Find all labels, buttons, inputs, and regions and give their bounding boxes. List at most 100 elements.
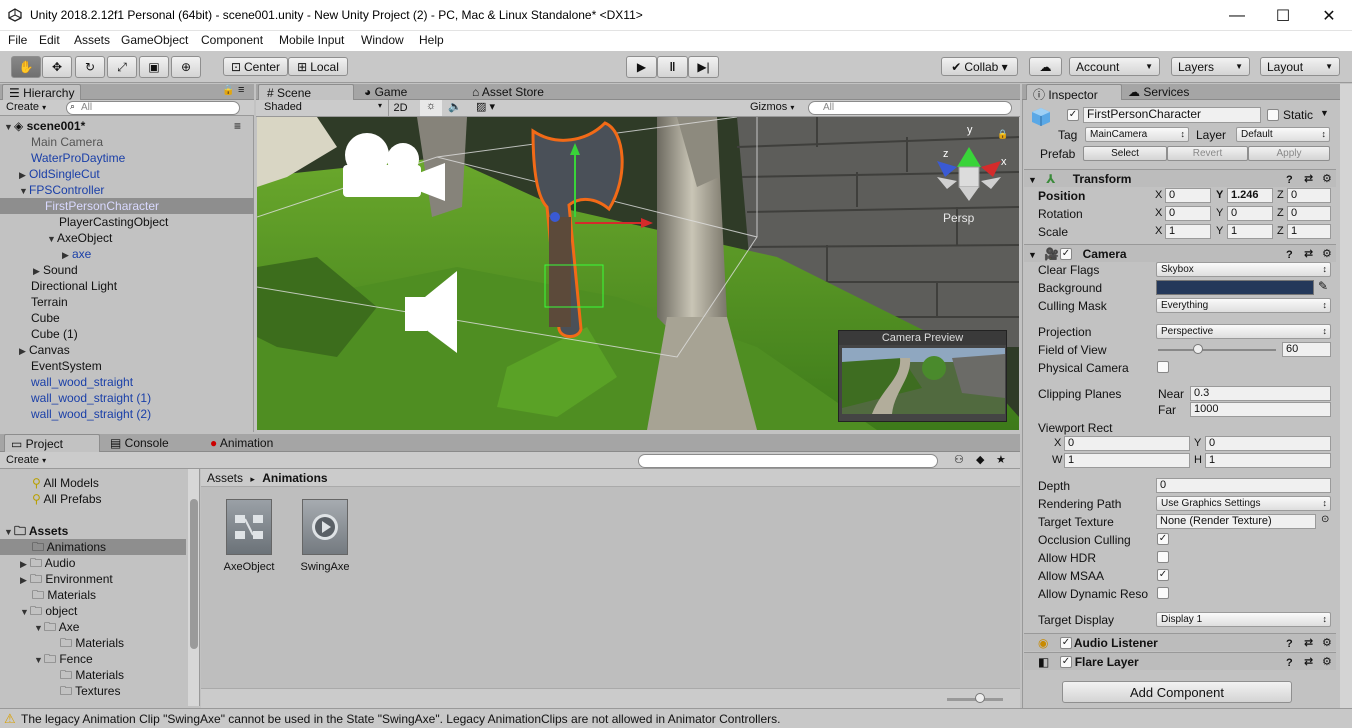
fov-slider-track[interactable] bbox=[1158, 349, 1276, 351]
menu-window[interactable]: Window bbox=[361, 33, 404, 47]
pivot-center-button[interactable]: ⊡ Center bbox=[223, 57, 288, 76]
collab-button[interactable]: ✔ Collab ▾ bbox=[941, 57, 1018, 76]
tree-scrollbar[interactable] bbox=[188, 469, 199, 706]
scale-y-field[interactable]: 1 bbox=[1227, 224, 1273, 239]
pivot-space-button[interactable]: ⊞ Local bbox=[288, 57, 348, 76]
close-button[interactable]: ✕ bbox=[1306, 0, 1352, 31]
gizmos-dropdown[interactable]: Gizmos ▾ bbox=[750, 101, 794, 113]
gameobject-active-checkbox[interactable]: ✓ bbox=[1067, 109, 1079, 121]
rotation-x-field[interactable]: 0 bbox=[1165, 206, 1211, 221]
menu-gameobject[interactable]: GameObject bbox=[121, 33, 188, 47]
folder-axe-materials[interactable]: 🗀 Materials bbox=[0, 635, 186, 651]
lock-icon[interactable]: 🔒 bbox=[222, 85, 234, 96]
tab-hierarchy[interactable]: ☰ Hierarchy bbox=[2, 84, 82, 100]
minimize-button[interactable]: — bbox=[1214, 0, 1260, 31]
tab-project[interactable]: ▭ Project bbox=[4, 434, 100, 452]
expand-triangle-icon[interactable]: ▶ bbox=[19, 343, 29, 359]
scale-x-field[interactable]: 1 bbox=[1165, 224, 1211, 239]
hierarchy-item-cube-1[interactable]: Cube (1) bbox=[0, 326, 254, 342]
filter-label-icon[interactable]: ◆ bbox=[976, 453, 984, 466]
breadcrumb-assets[interactable]: Assets bbox=[207, 471, 243, 485]
hierarchy-item-canvas[interactable]: ▶ Canvas bbox=[0, 342, 254, 358]
expand-triangle-icon[interactable]: ▶ bbox=[20, 556, 30, 572]
target-display-dropdown[interactable]: Display 1 bbox=[1156, 612, 1331, 627]
occlusion-culling-checkbox[interactable]: ✓ bbox=[1157, 533, 1169, 545]
prefab-revert-button[interactable]: Revert bbox=[1167, 146, 1248, 161]
hierarchy-item-axe[interactable]: ▶ axe bbox=[0, 246, 254, 262]
near-clip-field[interactable]: 0.3 bbox=[1190, 386, 1331, 401]
scrollbar-thumb[interactable] bbox=[190, 499, 198, 649]
hierarchy-create-button[interactable]: Create ▾ bbox=[6, 101, 46, 113]
background-color-swatch[interactable] bbox=[1156, 280, 1314, 295]
folder-audio[interactable]: ▶ 🗀 Audio bbox=[0, 555, 186, 571]
gear-icon[interactable]: ⚙ bbox=[1322, 245, 1332, 263]
hierarchy-item-playercastingobject[interactable]: PlayerCastingObject bbox=[0, 214, 254, 230]
target-texture-field[interactable]: None (Render Texture) bbox=[1156, 514, 1316, 529]
gear-icon[interactable]: ⚙ bbox=[1322, 170, 1332, 188]
hierarchy-search-input[interactable]: All bbox=[66, 101, 240, 115]
folder-fence-textures[interactable]: 🗀 Textures bbox=[0, 683, 186, 699]
shading-mode-dropdown[interactable]: Shaded ▾ bbox=[264, 101, 382, 113]
inspector-scrollbar[interactable] bbox=[1340, 84, 1352, 708]
folder-object[interactable]: ▼🗀 object bbox=[0, 603, 186, 619]
allow-dynamic-resolution-checkbox[interactable] bbox=[1157, 587, 1169, 599]
rotate-tool-button[interactable]: ↻ bbox=[75, 56, 105, 78]
favorite-all-models[interactable]: ⚲ All Models bbox=[0, 475, 186, 491]
rendering-path-dropdown[interactable]: Use Graphics Settings bbox=[1156, 496, 1331, 511]
status-bar[interactable]: ⚠ The legacy Animation Clip "SwingAxe" c… bbox=[0, 708, 1352, 728]
hierarchy-item-sound[interactable]: ▶ Sound bbox=[0, 262, 254, 278]
panel-menu-icon[interactable]: ≡ bbox=[238, 84, 244, 96]
folder-environment[interactable]: ▶ 🗀 Environment bbox=[0, 571, 186, 587]
transform-tool-button[interactable]: ⊕ bbox=[171, 56, 201, 78]
expand-triangle-icon[interactable]: ▶ bbox=[20, 572, 30, 588]
tab-inspector[interactable]: ⓘ Inspector bbox=[1026, 84, 1122, 102]
2d-toggle[interactable]: 2D bbox=[388, 100, 412, 116]
allow-msaa-checkbox[interactable]: ✓ bbox=[1157, 569, 1169, 581]
folder-fence[interactable]: ▼🗀 Fence bbox=[0, 651, 186, 667]
layers-dropdown[interactable]: Layers ▼ bbox=[1171, 57, 1250, 76]
step-button[interactable]: ▶| bbox=[688, 56, 719, 78]
project-search-input[interactable] bbox=[638, 454, 938, 468]
help-icon[interactable]: ? bbox=[1286, 654, 1293, 672]
preset-icon[interactable]: ⇄ bbox=[1304, 170, 1313, 188]
menu-file[interactable]: File bbox=[8, 33, 27, 47]
audio-listener-header[interactable]: ◉ ✓ Audio Listener ? ⇄ ⚙ bbox=[1024, 633, 1336, 651]
expand-triangle-icon[interactable]: ▶ bbox=[62, 247, 72, 263]
hierarchy-item-eventsystem[interactable]: EventSystem bbox=[0, 358, 254, 374]
position-z-field[interactable]: 0 bbox=[1287, 188, 1331, 203]
audio-listener-checkbox[interactable]: ✓ bbox=[1060, 637, 1072, 649]
folder-axe[interactable]: ▼🗀 Axe bbox=[0, 619, 186, 635]
play-button[interactable]: ▶ bbox=[626, 56, 657, 78]
expand-triangle-icon[interactable]: ▼ bbox=[34, 620, 44, 636]
help-icon[interactable]: ? bbox=[1286, 171, 1293, 189]
expand-triangle-icon[interactable]: ▼ bbox=[1028, 250, 1037, 260]
tab-console[interactable]: ▤ Console bbox=[106, 434, 173, 452]
menu-component[interactable]: Component bbox=[201, 33, 263, 47]
fov-slider-thumb[interactable] bbox=[1193, 344, 1203, 354]
tag-dropdown[interactable]: MainCamera bbox=[1085, 127, 1189, 142]
tab-scene[interactable]: # Scene bbox=[258, 84, 354, 100]
far-clip-field[interactable]: 1000 bbox=[1190, 402, 1331, 417]
camera-header[interactable]: ▼ 🎥 ✓ Camera ? ⇄ ⚙ bbox=[1024, 244, 1336, 262]
help-icon[interactable]: ? bbox=[1286, 635, 1293, 653]
hand-tool-button[interactable]: ✋ bbox=[11, 56, 41, 78]
expand-triangle-icon[interactable]: ▶ bbox=[33, 263, 43, 279]
add-component-button[interactable]: Add Component bbox=[1062, 681, 1292, 703]
rotation-y-field[interactable]: 0 bbox=[1227, 206, 1273, 221]
asset-axeobject[interactable]: AxeObject bbox=[221, 499, 277, 573]
scene-search-input[interactable]: All bbox=[808, 101, 1012, 115]
folder-fence-materials[interactable]: 🗀 Materials bbox=[0, 667, 186, 683]
hierarchy-item-main-camera[interactable]: Main Camera bbox=[0, 134, 254, 150]
lighting-toggle[interactable]: ☼ bbox=[420, 100, 442, 116]
layer-dropdown[interactable]: Default bbox=[1236, 127, 1330, 142]
preset-icon[interactable]: ⇄ bbox=[1304, 245, 1313, 263]
project-create-button[interactable]: Create ▾ bbox=[6, 454, 46, 466]
move-tool-button[interactable]: ✥ bbox=[42, 56, 72, 78]
flare-layer-checkbox[interactable]: ✓ bbox=[1060, 656, 1072, 668]
preset-icon[interactable]: ⇄ bbox=[1304, 634, 1313, 652]
clear-flags-dropdown[interactable]: Skybox bbox=[1156, 262, 1331, 277]
camera-enabled-checkbox[interactable]: ✓ bbox=[1060, 248, 1072, 260]
folder-assets[interactable]: ▼🗀 Assets bbox=[0, 523, 186, 539]
hierarchy-item-axeobject[interactable]: ▼AxeObject bbox=[0, 230, 254, 246]
effects-dropdown[interactable]: ▨ ▾ bbox=[476, 100, 495, 113]
